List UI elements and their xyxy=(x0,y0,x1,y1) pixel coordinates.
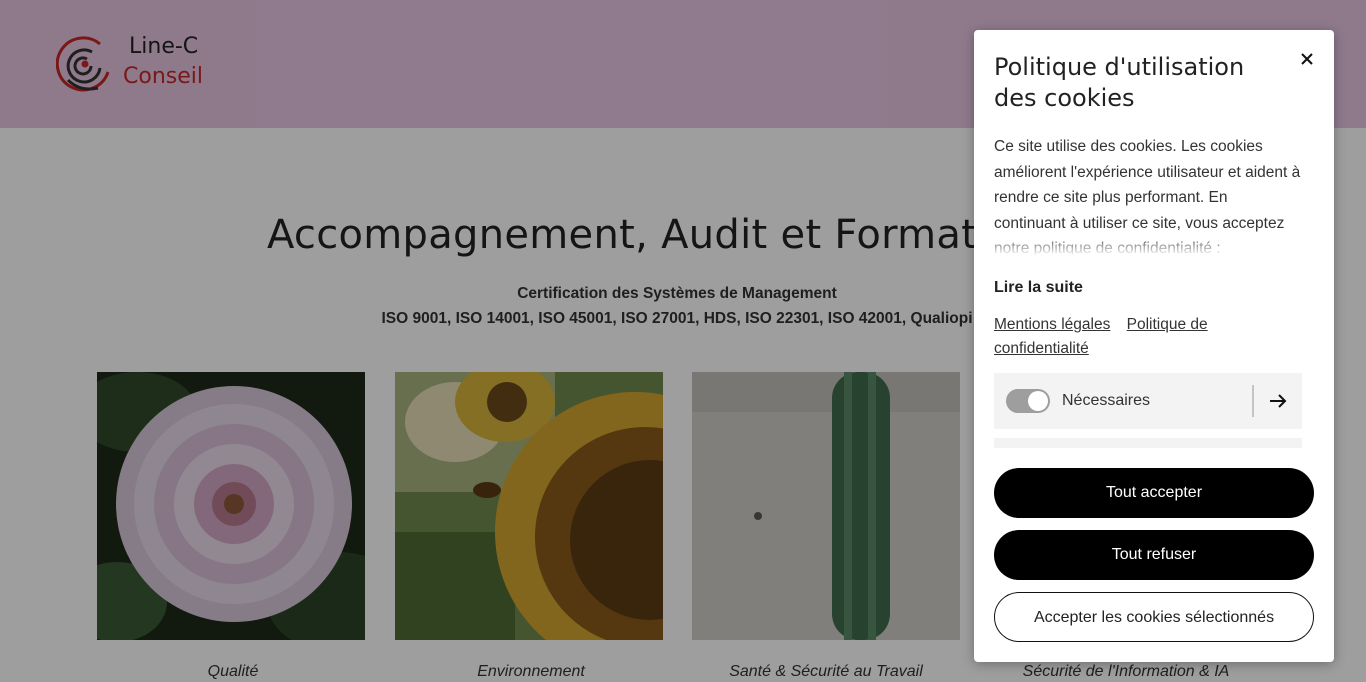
accept-all-button[interactable]: Tout accepter xyxy=(994,468,1314,518)
arrow-right-icon xyxy=(1270,394,1287,408)
necessary-toggle[interactable] xyxy=(1006,389,1050,413)
legal-notice-link[interactable]: Mentions légales xyxy=(994,316,1110,333)
accept-selected-button[interactable]: Accepter les cookies sélectionnés xyxy=(994,592,1314,642)
cookie-category-partial xyxy=(994,438,1302,448)
close-button[interactable] xyxy=(1296,48,1318,70)
read-more-link[interactable]: Lire la suite xyxy=(994,279,1083,297)
category-label: Nécessaires xyxy=(1062,392,1151,409)
close-icon xyxy=(1301,53,1313,65)
legal-links: Mentions légales Politique de confidenti… xyxy=(994,313,1294,361)
cookie-category-necessary: Nécessaires xyxy=(994,373,1302,429)
category-divider xyxy=(1252,385,1254,417)
reject-all-button[interactable]: Tout refuser xyxy=(994,530,1314,580)
expand-category-button[interactable] xyxy=(1268,391,1288,411)
toggle-knob xyxy=(1028,391,1048,411)
modal-title: Politique d'utilisation des cookies xyxy=(994,53,1245,112)
cookie-consent-modal: Politique d'utilisation des cookies Ce s… xyxy=(974,30,1334,662)
cookie-description: Ce site utilise des cookies. Les cookies… xyxy=(994,134,1302,256)
